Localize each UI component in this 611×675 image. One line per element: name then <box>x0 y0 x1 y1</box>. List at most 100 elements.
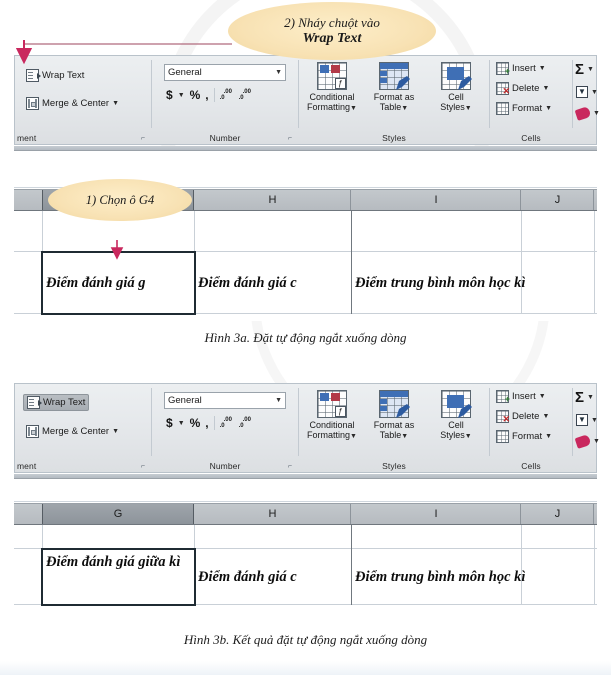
eraser-icon <box>574 106 592 121</box>
ribbon-separator-2b <box>298 388 299 456</box>
column-header-j-3a[interactable]: J <box>522 190 594 210</box>
number-format-value: General <box>168 395 202 406</box>
callout-step-1: 1) Chọn ô G4 <box>48 179 192 221</box>
increase-decimal-button-3b[interactable]: .00.0 <box>220 417 234 429</box>
number-divider <box>213 416 215 430</box>
chevron-down-icon[interactable]: ▼ <box>542 413 549 420</box>
delete-button-3b[interactable]: ✕ Delete ▼ <box>496 410 549 424</box>
format-as-table-button-3b[interactable]: Format as Table▼ <box>363 390 425 440</box>
column-header-j-3b[interactable]: J <box>522 504 594 524</box>
callout-step-2-line2: Wrap Text <box>302 31 362 46</box>
ribbon-separator-3b <box>489 388 490 456</box>
cell-h4-3b[interactable]: Điểm đánh giá c <box>198 549 351 605</box>
chevron-down-icon[interactable]: ▼ <box>275 69 282 76</box>
comma-button-3b[interactable]: , <box>205 416 208 430</box>
percent-button-3b[interactable]: % <box>190 416 201 430</box>
ribbon-3a: Wrap Text Merge & Center ▼ ment ⌐ Genera… <box>14 55 600 145</box>
chevron-down-icon[interactable]: ▼ <box>545 105 552 112</box>
insert-cells-icon: + <box>496 62 510 76</box>
format-button-3a[interactable]: Format ▼ <box>496 102 552 115</box>
chevron-down-icon[interactable]: ▼ <box>539 65 546 72</box>
cell-styles-icon <box>441 390 472 418</box>
currency-button-3b[interactable]: $ <box>166 416 173 430</box>
ribbon-group-alignment-3a: Wrap Text Merge & Center ▼ ment ⌐ <box>15 56 151 144</box>
cell-styles-line2: Styles▼ <box>440 102 472 112</box>
format-as-table-button-3a[interactable]: Format as Table▼ <box>363 62 425 112</box>
autosum-button-3b[interactable]: Σ ▼ <box>575 390 594 405</box>
cell-i4-3a[interactable]: Điểm trung bình môn học kì <box>355 252 594 314</box>
ribbon-separator-4 <box>572 60 573 128</box>
delete-button-3a[interactable]: ✕ Delete ▼ <box>496 82 549 96</box>
number-dialog-launcher-3b[interactable]: ⌐ <box>288 463 292 470</box>
sigma-icon: Σ <box>575 61 585 78</box>
alignment-dialog-launcher-3b[interactable]: ⌐ <box>141 463 145 470</box>
chevron-down-icon[interactable]: ▼ <box>178 420 185 427</box>
delete-cells-icon: ✕ <box>496 82 510 96</box>
ribbon-group-editing-3a: Σ ▼ ▼ ▼ <box>573 56 600 144</box>
insert-label: Insert <box>512 391 536 402</box>
wrap-text-button-3a[interactable]: Wrap Text <box>23 68 87 83</box>
sheet-row-3-3b <box>14 525 597 549</box>
ribbon-3b: Wrap Text Merge & Center ▼ ment ⌐ Genera… <box>14 383 600 473</box>
chevron-down-icon[interactable]: ▼ <box>112 428 119 435</box>
fill-button-3a[interactable]: ▼ <box>576 86 598 98</box>
column-header-i-3a[interactable]: I <box>352 190 521 210</box>
column-header-h-3a[interactable]: H <box>195 190 351 210</box>
chevron-down-icon[interactable]: ▼ <box>591 89 598 96</box>
cell-i4-3b[interactable]: Điểm trung bình môn học kì <box>355 549 594 605</box>
clear-button-3a[interactable]: ▼ <box>574 106 600 121</box>
number-group-label-3b: Number <box>209 461 241 471</box>
autosum-button-3a[interactable]: Σ ▼ <box>575 62 594 77</box>
chevron-down-icon[interactable]: ▼ <box>587 66 594 73</box>
ribbon-separator-2 <box>298 60 299 128</box>
decrease-decimal-button-3b[interactable]: .00.0 <box>239 417 253 429</box>
chevron-down-icon[interactable]: ▼ <box>591 417 598 424</box>
fill-button-3b[interactable]: ▼ <box>576 414 598 426</box>
clear-button-3b[interactable]: ▼ <box>574 434 600 449</box>
comma-button-3a[interactable]: , <box>205 88 208 102</box>
merge-center-button-3b[interactable]: Merge & Center ▼ <box>23 424 122 439</box>
gridline-h-right-3a <box>351 211 352 314</box>
format-as-table-line1: Format as <box>373 92 415 102</box>
currency-button-3a[interactable]: $ <box>166 88 173 102</box>
chevron-down-icon[interactable]: ▼ <box>593 110 600 117</box>
cell-styles-button-3b[interactable]: Cell Styles▼ <box>425 390 487 440</box>
styles-group-label-3a: Styles <box>382 133 406 143</box>
column-headers-3b: G H I J <box>14 503 597 525</box>
cell-h4-3a[interactable]: Điểm đánh giá c <box>198 252 351 314</box>
conditional-formatting-button-3b[interactable]: ƒ Conditional Formatting▼ <box>301 390 363 440</box>
increase-decimal-button-3a[interactable]: .00.0 <box>220 89 234 101</box>
chevron-down-icon[interactable]: ▼ <box>275 397 282 404</box>
gridline-h-right-3b <box>351 525 352 605</box>
column-header-g-3b[interactable]: G <box>42 504 194 524</box>
cell-styles-button-3a[interactable]: Cell Styles▼ <box>425 62 487 112</box>
gridline-g-right-3a <box>194 211 195 314</box>
conditional-formatting-button-3a[interactable]: ƒ Conditional Formatting▼ <box>301 62 363 112</box>
alignment-dialog-launcher-3a[interactable]: ⌐ <box>141 135 145 142</box>
number-format-dropdown-3b[interactable]: General ▼ <box>164 392 286 409</box>
chevron-down-icon[interactable]: ▼ <box>542 85 549 92</box>
chevron-down-icon[interactable]: ▼ <box>539 393 546 400</box>
callout-step-1-line1: 1) Chọn ô G4 <box>85 192 155 207</box>
cell-g4-3b[interactable]: Điểm đánh giá giữa kì <box>46 554 192 604</box>
format-button-3b[interactable]: Format ▼ <box>496 430 552 443</box>
insert-button-3a[interactable]: + Insert ▼ <box>496 62 546 76</box>
ribbon-group-cells-3b: + Insert ▼ ✕ Delete ▼ Format ▼ Cells <box>490 384 572 472</box>
chevron-down-icon[interactable]: ▼ <box>112 100 119 107</box>
arrow-down-to-wrap-text <box>16 40 33 65</box>
chevron-down-icon[interactable]: ▼ <box>587 394 594 401</box>
callout-step-2-line1: 2) Nháy chuột vào <box>284 15 380 30</box>
chevron-down-icon[interactable]: ▼ <box>178 92 185 99</box>
insert-button-3b[interactable]: + Insert ▼ <box>496 390 546 404</box>
number-format-value: General <box>168 67 202 78</box>
ribbon-group-styles-3b: ƒ Conditional Formatting▼ Format as Tabl… <box>299 384 489 472</box>
chevron-down-icon[interactable]: ▼ <box>593 438 600 445</box>
column-header-h-3b[interactable]: H <box>195 504 351 524</box>
merge-center-button-3a[interactable]: Merge & Center ▼ <box>23 96 122 111</box>
chevron-down-icon[interactable]: ▼ <box>545 433 552 440</box>
wrap-text-button-3b[interactable]: Wrap Text <box>23 394 90 411</box>
column-header-i-3b[interactable]: I <box>352 504 521 524</box>
percent-button-3a[interactable]: % <box>190 88 201 102</box>
number-dialog-launcher-3a[interactable]: ⌐ <box>288 135 292 142</box>
decrease-decimal-button-3a[interactable]: .00.0 <box>239 89 253 101</box>
